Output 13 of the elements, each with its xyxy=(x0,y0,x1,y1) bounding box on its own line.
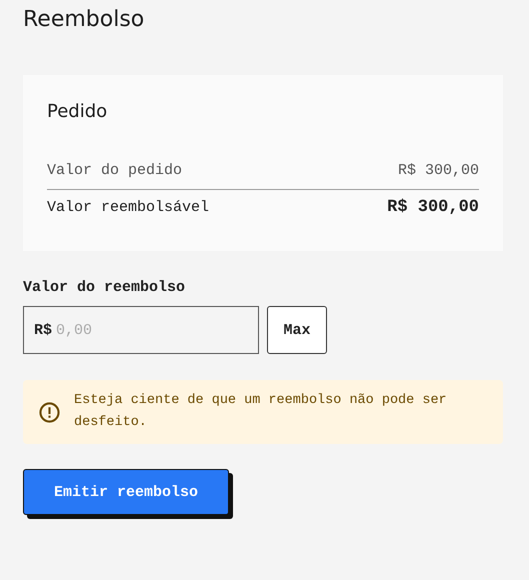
card-title: Pedido xyxy=(47,101,108,122)
row-label: Valor do pedido xyxy=(47,162,182,179)
amount-input[interactable]: 0,00 xyxy=(56,322,206,338)
warning-icon xyxy=(39,402,60,422)
currency-prefix: R$ xyxy=(34,322,52,338)
page-title: Reembolso xyxy=(23,6,146,34)
row-value: R$ 300,00 xyxy=(387,198,479,217)
field-label: Valor do reembolso xyxy=(23,279,186,296)
amount-field[interactable]: R$ 0,00 xyxy=(23,306,259,354)
max-button[interactable]: Max xyxy=(267,306,327,354)
row-label: Valor reembolsável xyxy=(47,199,210,216)
warning-text: Esteja ciente de que um reembolso não pode ser desfeito. xyxy=(74,392,448,432)
row-value: R$ 300,00 xyxy=(398,162,479,179)
